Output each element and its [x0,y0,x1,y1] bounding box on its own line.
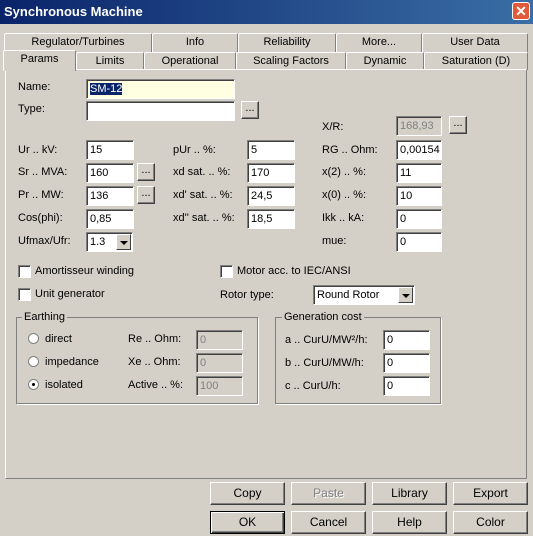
close-icon[interactable]: ✕ [512,2,530,20]
xd2sat-label: xd'' sat. .. %: [173,212,235,224]
rg-field[interactable]: 0,00154 [396,140,442,160]
x2-field[interactable]: 11 [396,163,442,183]
ok-button[interactable]: OK [210,511,285,534]
pur-label: pUr .. %: [173,144,216,156]
tab-saturation-d[interactable]: Saturation (D) [424,52,528,70]
xdsat-field[interactable]: 170 [247,163,295,183]
cosphi-field[interactable]: 0,85 [86,209,134,229]
cost-c-label: c .. CurU/h: [285,380,341,392]
xd1sat-label: xd' sat. .. %: [173,189,233,201]
unit-generator-label: Unit generator [35,288,105,300]
xd2sat-field[interactable]: 18,5 [247,209,295,229]
copy-button[interactable]: Copy [210,482,285,505]
earthing-direct-radio[interactable] [28,333,39,344]
earthing-direct-label: direct [45,333,72,345]
pr-field[interactable]: 136 [86,186,134,206]
ur-field[interactable]: 15 [86,140,134,160]
amortisseur-label: Amortisseur winding [35,265,135,277]
motor-checkbox[interactable] [220,265,233,278]
ikk-field[interactable]: 0 [396,209,442,229]
xdsat-label: xd sat. .. %: [173,166,231,178]
window-title: Synchronous Machine [4,4,143,19]
type-label: Type: [18,103,45,115]
chevron-down-icon[interactable] [398,287,413,303]
cost-b-label: b .. CurU/MW/h: [285,357,364,369]
name-field[interactable]: SM-12 [86,79,235,99]
rotor-type-select[interactable]: Round Rotor [313,285,415,305]
rotor-type-value: Round Rotor [317,289,380,301]
color-button[interactable]: Color [453,511,528,534]
sr-browse-button[interactable]: ... [137,163,155,181]
motor-label: Motor acc. to IEC/ANSI [237,265,351,277]
earthing-impedance-radio[interactable] [28,356,39,367]
tab-limits[interactable]: Limits [76,52,144,70]
pur-field[interactable]: 5 [247,140,295,160]
rotor-type-label: Rotor type: [220,289,274,301]
earthing-isolated-label: isolated [45,379,83,391]
re-field: 0 [196,330,243,350]
sr-field[interactable]: 160 [86,163,134,183]
generation-cost-title: Generation cost [282,311,364,323]
chevron-down-icon[interactable] [116,234,131,250]
x2-label: x(2) .. %: [322,166,367,178]
earthing-isolated-radio[interactable] [28,379,39,390]
cost-c-field[interactable]: 0 [383,376,430,396]
mue-field[interactable]: 0 [396,232,442,252]
pr-browse-button[interactable]: ... [137,186,155,204]
type-field[interactable] [86,101,235,121]
xr-label: X/R: [322,121,344,133]
earthing-impedance-label: impedance [45,356,99,368]
xe-label: Xe .. Ohm: [128,356,181,368]
help-button[interactable]: Help [372,511,447,534]
cost-a-field[interactable]: 0 [383,330,430,350]
sr-label: Sr .. MVA: [18,166,68,178]
x0-label: x(0) .. %: [322,189,367,201]
mue-label: mue: [322,235,347,247]
xd1sat-field[interactable]: 24,5 [247,186,295,206]
ufmax-select[interactable]: 1.3 [86,232,133,252]
amortisseur-checkbox[interactable] [18,265,31,278]
paste-button[interactable]: Paste [291,482,366,505]
ikk-label: Ikk .. kA: [322,212,365,224]
ur-label: Ur .. kV: [18,144,58,156]
cosphi-label: Cos(phi): [18,212,63,224]
cost-b-field[interactable]: 0 [383,353,430,373]
unit-generator-checkbox[interactable] [18,288,31,301]
x0-field[interactable]: 10 [396,186,442,206]
pr-label: Pr .. MW: [18,189,64,201]
title-bar: Synchronous Machine ✕ [0,0,533,24]
type-browse-button[interactable]: ... [241,101,259,119]
active-label: Active .. %: [128,379,184,391]
tab-dynamic[interactable]: Dynamic [346,52,424,70]
ufmax-label: Ufmax/Ufr: [18,235,71,247]
tab-params[interactable]: Params [3,50,76,71]
tab-info[interactable]: Info [152,33,238,52]
re-label: Re .. Ohm: [128,333,182,345]
xr-field: 168,93 [396,116,442,136]
ufmax-value: 1.3 [90,236,106,248]
tab-more[interactable]: More... [336,33,422,52]
tab-user-data[interactable]: User Data [422,33,528,52]
cost-a-label: a .. CurU/MW²/h: [285,334,368,346]
cancel-button[interactable]: Cancel [291,511,366,534]
rg-label: RG .. Ohm: [322,144,378,156]
name-label: Name: [18,81,51,93]
library-button[interactable]: Library [372,482,447,505]
tab-scaling-factors[interactable]: Scaling Factors [236,52,346,70]
export-button[interactable]: Export [453,482,528,505]
name-value: SM-12 [90,83,123,95]
active-field: 100 [196,376,243,396]
xr-browse-button[interactable]: ... [449,116,467,134]
earthing-title: Earthing [22,311,67,323]
tab-reliability[interactable]: Reliability [238,33,336,52]
tab-operational[interactable]: Operational [144,52,236,70]
xe-field: 0 [196,353,243,373]
